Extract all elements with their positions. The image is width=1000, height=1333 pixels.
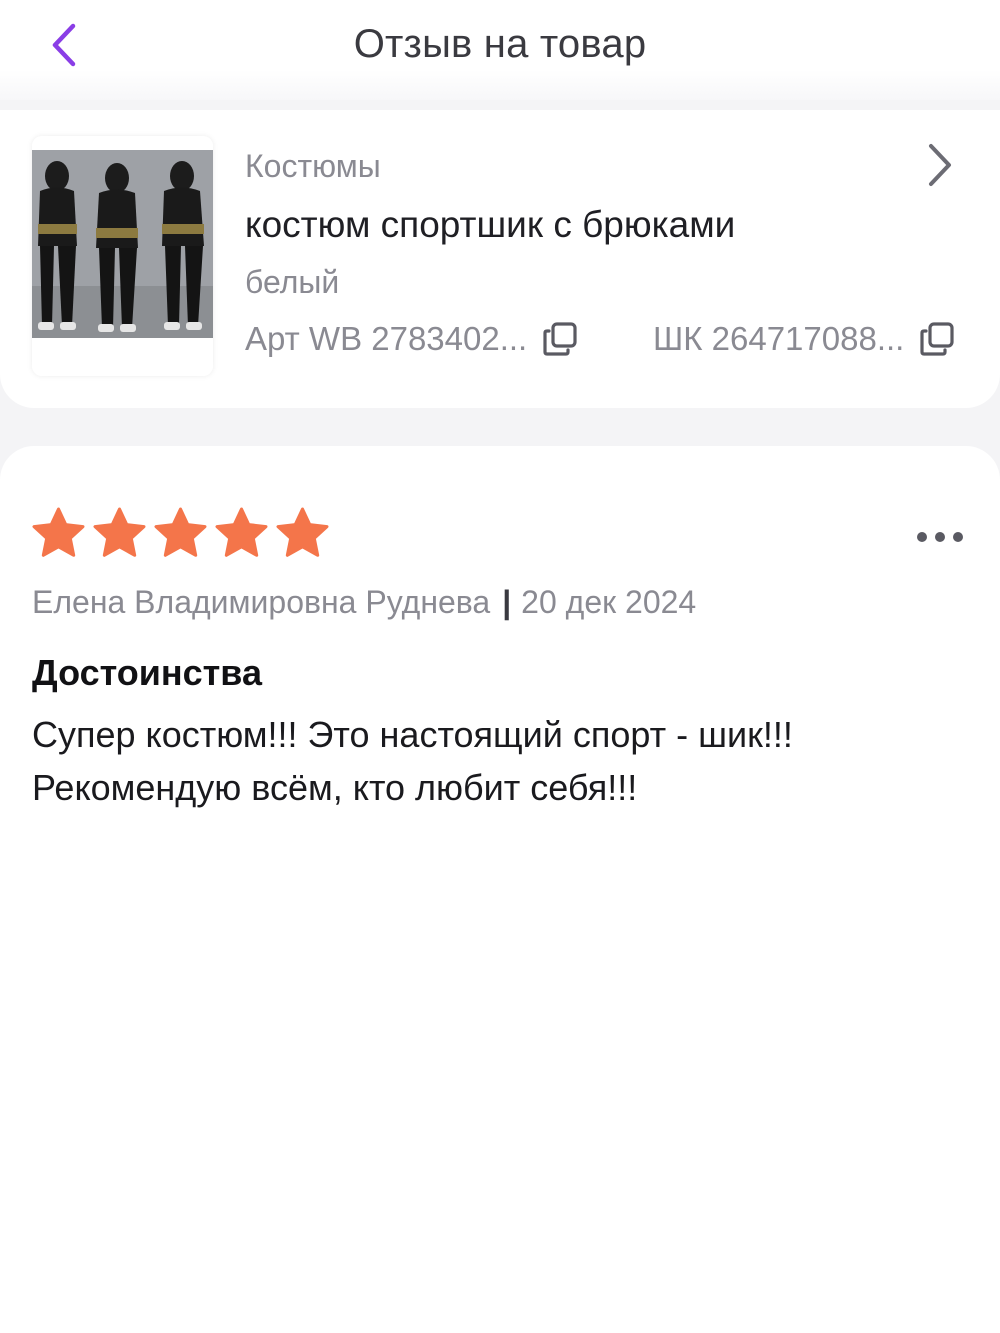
barcode-number: ШК 264717088...: [653, 320, 905, 357]
product-card[interactable]: Костюмы костюм спортшик с брюками белый …: [0, 110, 1000, 408]
chevron-right-icon: [929, 144, 951, 186]
copy-icon: [920, 322, 954, 356]
open-product-button[interactable]: [915, 140, 965, 190]
review-date: 20 дек 2024: [521, 584, 697, 620]
product-image[interactable]: [32, 136, 213, 376]
article-number: Арт WB 2783402...: [245, 320, 528, 357]
star-icon: [154, 507, 207, 557]
copy-barcode-button[interactable]: [918, 320, 956, 358]
article-row: Арт WB 2783402...: [245, 320, 579, 358]
review-text-line: Рекомендую всём, кто любит себя!!!: [32, 767, 638, 808]
copy-icon: [543, 322, 577, 356]
review-meta: Елена Владимировна Руднева | 20 дек 2024: [32, 584, 696, 621]
page-title: Отзыв на товар: [353, 22, 647, 66]
rating-stars: [30, 506, 331, 560]
star-icon: [215, 507, 268, 557]
star-icon: [32, 507, 85, 557]
review-card: Елена Владимировна Руднева | 20 дек 2024 Д…: [0, 446, 1000, 1333]
more-options-button[interactable]: [908, 520, 972, 554]
review-text-line: Супер костюм!!! Это настоящий спорт - ши…: [32, 714, 793, 755]
star-icon: [93, 507, 146, 557]
pros-heading: Достоинства: [32, 652, 262, 693]
top-bar: Отзыв на товар: [0, 0, 1000, 100]
star-icon: [276, 507, 329, 557]
product-category: Костюмы: [245, 148, 381, 184]
more-horizontal-icon: [917, 532, 963, 542]
product-name[interactable]: костюм спортшик с брюками: [245, 204, 735, 246]
review-text: Супер костюм!!! Это настоящий спорт - ши…: [32, 708, 932, 814]
copy-article-button[interactable]: [541, 320, 579, 358]
product-color: белый: [245, 264, 340, 300]
meta-separator: |: [502, 584, 512, 620]
barcode-row: ШК 264717088...: [653, 320, 956, 358]
review-author: Елена Владимировна Руднева: [32, 584, 491, 620]
